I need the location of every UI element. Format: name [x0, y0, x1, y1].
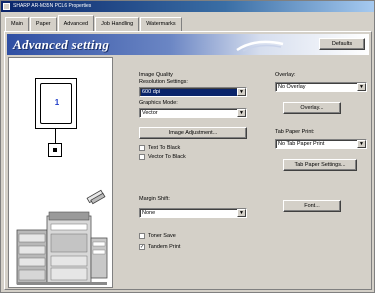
settings-banner: Advanced setting Defaults: [7, 34, 369, 55]
printer-icon: [3, 3, 10, 10]
page-number: 1: [54, 98, 60, 107]
overlay-select[interactable]: No Overlay ▼: [275, 82, 367, 92]
tab-watermarks[interactable]: Watermarks: [140, 17, 182, 31]
checkbox-box[interactable]: [139, 145, 145, 151]
copier-machine-icon: [16, 211, 108, 285]
resolution-label: Resolution Settings:: [139, 79, 188, 85]
image-adjustment-button[interactable]: Image Adjustment...: [139, 127, 247, 139]
margin-shift-value: None: [142, 210, 156, 216]
tab-strip: Main Paper Advanced Job Handling Waterma…: [5, 15, 183, 31]
print-preview: 1: [8, 57, 113, 288]
tab-paper-settings-button[interactable]: Tab Paper Settings...: [283, 159, 357, 171]
text-to-black-label: Text To Black: [148, 145, 181, 151]
vector-to-black-label: Vector To Black: [148, 154, 186, 160]
graphics-mode-select[interactable]: Vector ▼: [139, 108, 247, 118]
tab-job-handling[interactable]: Job Handling: [95, 17, 140, 31]
chevron-down-icon[interactable]: ▼: [237, 209, 246, 217]
page-sheet: 1: [40, 83, 72, 124]
font-button[interactable]: Font...: [283, 200, 341, 212]
staple-icon: [48, 143, 62, 157]
advanced-settings-panel: Advanced setting Defaults 1 Image Qualit…: [4, 31, 372, 290]
tab-main[interactable]: Main: [5, 17, 29, 31]
graphics-mode-label: Graphics Mode:: [139, 100, 178, 106]
tab-paper[interactable]: Paper: [29, 17, 57, 31]
tandem-print-checkbox[interactable]: ✓ Tandem Print: [139, 244, 180, 250]
swoosh-graphic: [236, 40, 284, 52]
overlay-label: Overlay:: [275, 72, 296, 78]
connector-line: [55, 129, 56, 143]
vector-to-black-checkbox[interactable]: Vector To Black: [139, 154, 186, 160]
image-quality-heading: Image Quality: [139, 72, 173, 78]
printer-properties-window: SHARP AR-M35N PCL6 Properties Main Paper…: [0, 0, 375, 293]
window-title: SHARP AR-M35N PCL6 Properties: [13, 3, 92, 9]
checkbox-box[interactable]: [139, 154, 145, 160]
tab-paper-print-select[interactable]: No Tab Paper Print ▼: [275, 139, 367, 149]
resolution-select[interactable]: 600 dpi ▼: [139, 87, 247, 97]
toner-save-label: Toner Save: [148, 233, 176, 239]
tab-advanced[interactable]: Advanced: [57, 15, 95, 31]
resolution-value: 600 dpi: [142, 89, 161, 95]
overlay-value: No Overlay: [278, 84, 306, 90]
margin-shift-label: Margin Shift:: [139, 196, 170, 202]
checkbox-box[interactable]: [139, 233, 145, 239]
chevron-down-icon[interactable]: ▼: [237, 109, 246, 117]
margin-shift-select[interactable]: None ▼: [139, 208, 247, 218]
defaults-button[interactable]: Defaults: [319, 38, 365, 50]
chevron-down-icon[interactable]: ▼: [357, 83, 366, 91]
tab-paper-print-value: No Tab Paper Print: [278, 141, 325, 147]
overlay-button[interactable]: Overlay...: [283, 102, 341, 114]
tandem-print-label: Tandem Print: [148, 244, 181, 250]
chevron-down-icon[interactable]: ▼: [237, 88, 246, 96]
page-preview: 1: [35, 78, 77, 129]
title-bar: SHARP AR-M35N PCL6 Properties: [1, 1, 374, 12]
toner-save-checkbox[interactable]: Toner Save: [139, 233, 176, 239]
checkbox-box[interactable]: ✓: [139, 244, 145, 250]
text-to-black-checkbox[interactable]: Text To Black: [139, 145, 180, 151]
page-title: Advanced setting: [13, 37, 110, 52]
graphics-mode-value: Vector: [142, 110, 158, 116]
chevron-down-icon[interactable]: ▼: [357, 140, 366, 148]
tab-paper-print-label: Tab Paper Print:: [275, 129, 315, 135]
pencil-icon: [86, 189, 106, 205]
